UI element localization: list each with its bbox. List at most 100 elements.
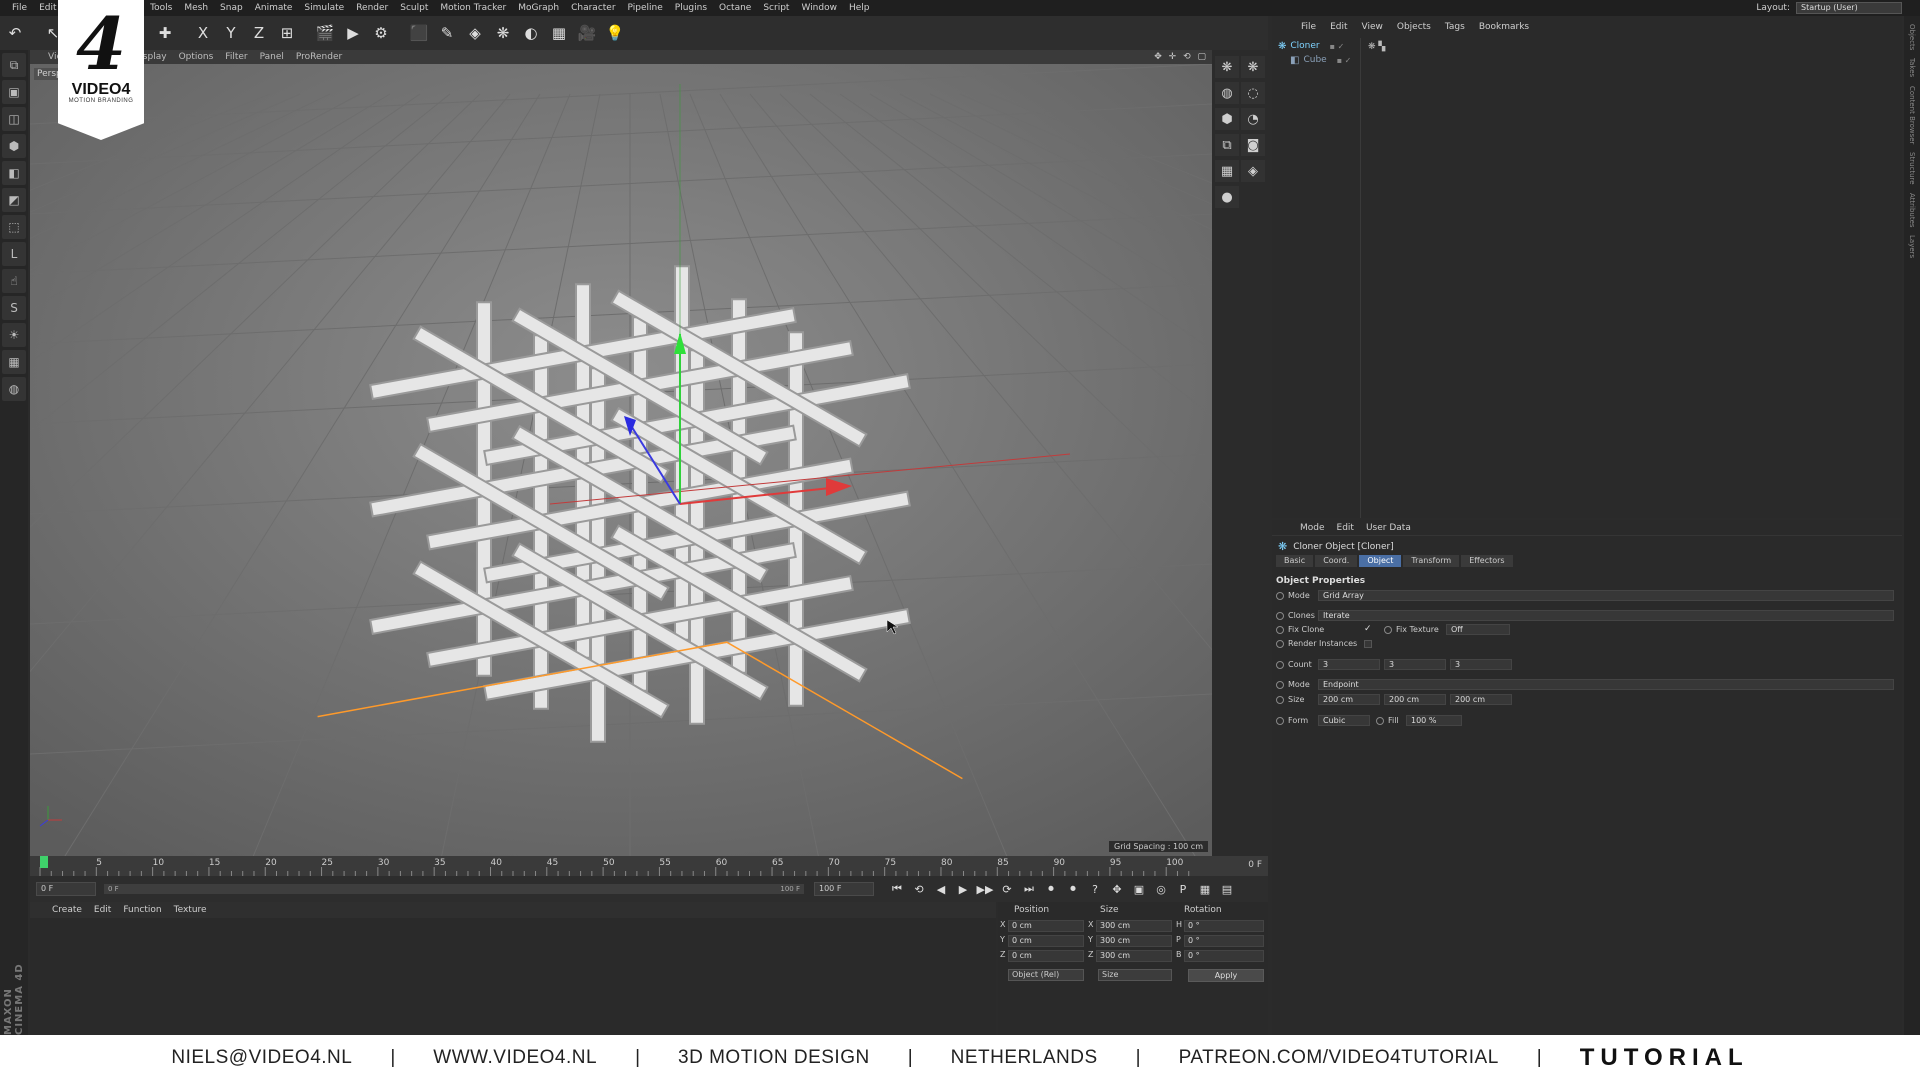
viewport-tool-icon[interactable]: ▦	[1215, 160, 1239, 182]
layout-select[interactable]: Startup (User)	[1796, 2, 1902, 14]
size-radio[interactable]	[1276, 696, 1284, 704]
left-tool-icon[interactable]: ⬢	[2, 134, 26, 158]
object-menu-file[interactable]: File	[1294, 22, 1323, 32]
viewport-tool-icon[interactable]: ◌	[1241, 82, 1265, 104]
form-radio[interactable]	[1276, 717, 1284, 725]
go-to-start-icon[interactable]: ⏮	[888, 880, 906, 898]
menu-render[interactable]: Render	[350, 0, 394, 16]
clones-radio[interactable]	[1276, 612, 1284, 620]
viewport-tool-icon[interactable]: ❋	[1241, 56, 1265, 78]
size-x-field[interactable]: 200 cm	[1318, 694, 1380, 705]
render-icon[interactable]: ▶	[340, 20, 366, 46]
render-instances-radio[interactable]	[1276, 640, 1284, 648]
left-tool-icon[interactable]: S	[2, 296, 26, 320]
menu-window[interactable]: Window	[795, 0, 843, 16]
menu-tools[interactable]: Tools	[144, 0, 178, 16]
position-field[interactable]: 0 cm	[1008, 935, 1084, 947]
timeline[interactable]: 0510152025303540455055606570758085909510…	[30, 856, 1268, 876]
size-z-field[interactable]: 200 cm	[1450, 694, 1512, 705]
manager-tab-layers[interactable]: Layers	[1908, 235, 1916, 258]
viewport-tool-icon[interactable]: ◈	[1241, 160, 1265, 182]
play-icon[interactable]: ▶	[954, 880, 972, 898]
manager-tab-objects[interactable]: Objects	[1908, 24, 1916, 50]
viewport-nav-icons[interactable]: ✥ ✛ ⟲ ▢	[1154, 52, 1208, 62]
viewport-perspective[interactable]: ViewCamerasDisplayOptionsFilterPanelProR…	[30, 50, 1212, 856]
left-tool-icon[interactable]: L	[2, 242, 26, 266]
left-tool-icon[interactable]: ◧	[2, 161, 26, 185]
count-x-field[interactable]: 3	[1318, 659, 1380, 670]
loop-forward-icon[interactable]: ⟳	[998, 880, 1016, 898]
size-field[interactable]: 300 cm	[1096, 920, 1172, 932]
rotation-field[interactable]: 0 °	[1184, 950, 1264, 962]
fix-clone-checkbox[interactable]: ✓	[1364, 624, 1372, 634]
cube-icon[interactable]: ⬛	[406, 20, 432, 46]
object-menu-edit[interactable]: Edit	[1323, 22, 1354, 32]
object-menu-tags[interactable]: Tags	[1438, 22, 1472, 32]
viewport-canvas[interactable]	[30, 64, 1212, 856]
size-field[interactable]: 300 cm	[1096, 935, 1172, 947]
viewport-tool-icon[interactable]: ◍	[1215, 82, 1239, 104]
viewport-tool-icon[interactable]: ❋	[1215, 56, 1239, 78]
key-pla-icon[interactable]: ▦	[1196, 880, 1214, 898]
clones-dropdown[interactable]: Iterate	[1318, 610, 1894, 621]
material-menu-create[interactable]: Create	[46, 905, 88, 915]
material-menu-texture[interactable]: Texture	[168, 905, 213, 915]
viewport-menu-panel[interactable]: Panel	[254, 52, 290, 62]
left-tool-icon[interactable]: ▣	[2, 80, 26, 104]
form-dropdown[interactable]: Cubic	[1318, 715, 1370, 726]
fix-texture-dropdown[interactable]: Off	[1446, 624, 1510, 635]
menu-simulate[interactable]: Simulate	[298, 0, 350, 16]
manager-tab-attributes[interactable]: Attributes	[1908, 193, 1916, 228]
tab-basic[interactable]: Basic	[1276, 555, 1314, 567]
add-icon[interactable]: ✚	[152, 20, 178, 46]
position-field[interactable]: 0 cm	[1008, 950, 1084, 962]
frame-range-slider[interactable]: 0 F 100 F	[104, 884, 804, 894]
mode2-dropdown[interactable]: Endpoint	[1318, 679, 1894, 690]
material-menu-edit[interactable]: Edit	[88, 905, 117, 915]
attribute-menu-user-data[interactable]: User Data	[1360, 523, 1417, 533]
go-to-end-icon[interactable]: ⏭	[1020, 880, 1038, 898]
fill-field[interactable]: 100 %	[1406, 715, 1462, 726]
autokey-icon[interactable]: ⏺	[1064, 880, 1082, 898]
help-icon[interactable]: ?	[1086, 880, 1104, 898]
menu-motion-tracker[interactable]: Motion Tracker	[434, 0, 512, 16]
cloner-icon[interactable]: ❋	[490, 20, 516, 46]
object-menu-view[interactable]: View	[1355, 22, 1390, 32]
object-visibility-icon[interactable]: ▪ ✓	[1337, 56, 1352, 65]
fix-clone-radio[interactable]	[1276, 626, 1284, 634]
render-region-icon[interactable]: 🎬	[312, 20, 338, 46]
object-row[interactable]: ◧ Cube ▪ ✓	[1290, 53, 1351, 67]
loop-icon[interactable]: ⟲	[910, 880, 928, 898]
manager-tab-takes[interactable]: Takes	[1908, 58, 1916, 77]
manager-tab-content-browser[interactable]: Content Browser	[1908, 86, 1916, 144]
tab-transform[interactable]: Transform	[1403, 555, 1460, 567]
menu-octane[interactable]: Octane	[713, 0, 757, 16]
position-field[interactable]: 0 cm	[1008, 920, 1084, 932]
key-scale-icon[interactable]: ▣	[1130, 880, 1148, 898]
object-menu-bookmarks[interactable]: Bookmarks	[1472, 22, 1536, 32]
cloner-tag-icons[interactable]: ❋ ▚	[1368, 42, 1385, 52]
camera-icon[interactable]: 🎥	[574, 20, 600, 46]
current-frame-field[interactable]: 0 F	[36, 882, 96, 896]
left-tool-icon[interactable]: ☀	[2, 323, 26, 347]
viewport-tool-icon[interactable]: ⧉	[1215, 134, 1239, 156]
viewport-menu-filter[interactable]: Filter	[219, 52, 253, 62]
menu-script[interactable]: Script	[757, 0, 795, 16]
size-y-field[interactable]: 200 cm	[1384, 694, 1446, 705]
left-tool-icon[interactable]: ▦	[2, 350, 26, 374]
count-y-field[interactable]: 3	[1384, 659, 1446, 670]
left-tool-icon[interactable]: ⧉	[2, 53, 26, 77]
timeline-settings-icon[interactable]: ▤	[1218, 880, 1236, 898]
size-mode-dropdown[interactable]: Size	[1098, 969, 1172, 981]
pen-icon[interactable]: ✎	[434, 20, 460, 46]
viewport-tool-icon[interactable]: ●	[1215, 186, 1239, 208]
viewport-tool-icon[interactable]: ◔	[1241, 108, 1265, 130]
left-tool-icon[interactable]: ⬚	[2, 215, 26, 239]
mode-radio[interactable]	[1276, 592, 1284, 600]
menu-help[interactable]: Help	[843, 0, 876, 16]
tab-effectors[interactable]: Effectors	[1461, 555, 1513, 567]
coordinate-mode-dropdown[interactable]: Object (Rel)	[1008, 969, 1084, 981]
key-rotate-icon[interactable]: ◎	[1152, 880, 1170, 898]
material-menu-function[interactable]: Function	[117, 905, 167, 915]
left-tool-icon[interactable]: ☝	[2, 269, 26, 293]
